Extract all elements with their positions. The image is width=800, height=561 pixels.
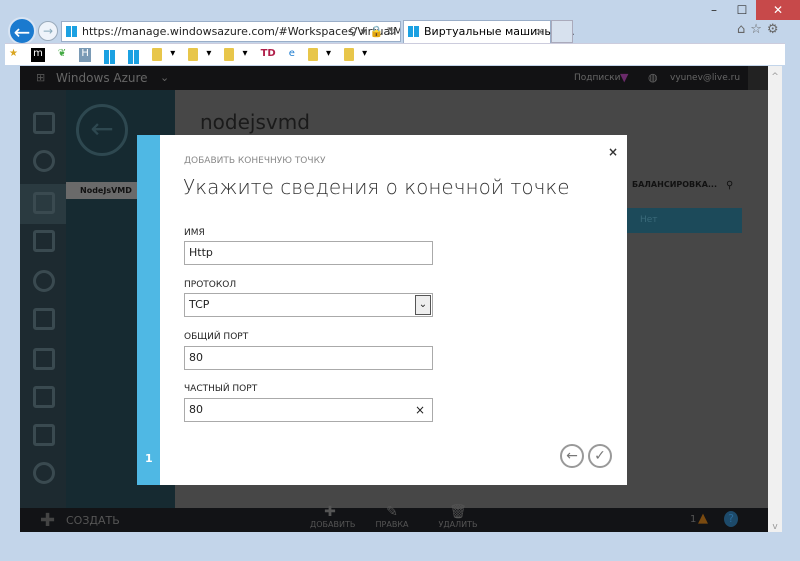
folder-icon[interactable] xyxy=(308,48,319,61)
dialog-subtitle: ДОБАВИТЬ КОНЕЧНУЮ ТОЧКУ xyxy=(184,156,326,166)
plus-icon: ✚ xyxy=(324,504,336,520)
scrollbar[interactable]: ^ v xyxy=(768,66,782,532)
websites-icon[interactable] xyxy=(33,150,55,172)
trash-icon: 🗑 xyxy=(449,504,467,520)
create-button[interactable]: СОЗДАТЬ xyxy=(66,514,120,527)
address-bar[interactable]: https://manage.windowsazure.com/#Workspa… xyxy=(61,21,401,42)
portal-topbar: ⊞ Windows Azure ⌄ Подписки ▼ ◍ vyunev@li… xyxy=(20,66,768,90)
maximize-button[interactable]: ☐ xyxy=(728,0,756,20)
search-refresh-icon[interactable]: ⚲ ▾ 🔒 ↻ xyxy=(349,22,396,41)
media-services-icon[interactable] xyxy=(33,462,55,484)
public-port-input[interactable]: 80 xyxy=(184,346,433,370)
edit-button[interactable]: ✎ ПРАВКА xyxy=(372,504,412,529)
favorite-leaf-icon[interactable]: ❦ xyxy=(58,48,66,62)
pencil-icon: ✎ xyxy=(386,504,398,520)
close-dialog-button[interactable]: × xyxy=(608,145,618,159)
new-tab-button[interactable] xyxy=(551,20,573,43)
private-port-input[interactable]: 80 × xyxy=(184,398,433,422)
tab-close-icon[interactable]: × xyxy=(535,21,544,43)
user-name[interactable]: vyunev@live.ru xyxy=(670,66,740,90)
complete-button[interactable]: ✓ xyxy=(588,444,612,468)
favorite-windows-icon[interactable] xyxy=(104,50,116,64)
folder-icon[interactable] xyxy=(224,48,235,61)
favorite-windows-icon[interactable] xyxy=(128,50,140,64)
previous-button[interactable]: ← xyxy=(560,444,584,468)
globe-icon[interactable]: ◍ xyxy=(648,66,658,90)
chevron-down-icon[interactable]: ⌄ xyxy=(160,66,169,90)
add-button[interactable]: ✚ ДОБАВИТЬ xyxy=(310,504,355,529)
protocol-select[interactable]: TCP ⌄ xyxy=(184,293,433,317)
tab-icon xyxy=(408,26,419,37)
sql-databases-icon[interactable] xyxy=(33,308,55,330)
cloud-services-icon[interactable] xyxy=(33,270,55,292)
media-icon[interactable] xyxy=(33,424,55,446)
add-favorite-icon[interactable]: ★ xyxy=(9,48,18,62)
name-label: ИМЯ xyxy=(184,228,205,238)
forward-button[interactable]: → xyxy=(38,21,58,41)
windows-logo-icon: ⊞ xyxy=(36,71,46,84)
browser-tab[interactable]: Виртуальные машины - ... × xyxy=(403,20,575,43)
subscriptions-link[interactable]: Подписки xyxy=(574,66,620,90)
alert-count[interactable]: 1 xyxy=(690,514,696,525)
public-port-label: ОБЩИЙ ПОРТ xyxy=(184,332,249,342)
folder-icon[interactable] xyxy=(152,48,163,61)
dialog-title: Укажите сведения о конечной точке xyxy=(183,175,570,199)
all-items-icon[interactable] xyxy=(33,112,55,134)
favorite-td[interactable]: TD xyxy=(261,48,276,62)
home-favorites-settings-icons[interactable]: ⌂☆⚙ xyxy=(737,22,784,37)
plus-icon: ✚ xyxy=(40,510,56,531)
storage-icon[interactable] xyxy=(33,348,55,370)
folder-icon[interactable] xyxy=(344,48,355,61)
column-header[interactable]: БАЛАНСИРОВКА... xyxy=(632,180,717,189)
help-button[interactable]: ? xyxy=(724,511,738,527)
chevron-down-icon[interactable]: ⌄ xyxy=(415,295,431,315)
back-button[interactable]: ← xyxy=(8,17,36,45)
protocol-label: ПРОТОКОЛ xyxy=(184,280,237,290)
brand: Windows Azure xyxy=(56,71,148,85)
mobile-services-icon[interactable] xyxy=(33,230,55,252)
search-icon[interactable]: ⚲ xyxy=(726,180,733,191)
protocol-value: TCP xyxy=(189,298,210,311)
virtual-machines-icon[interactable] xyxy=(33,192,55,214)
wizard-step-strip: 1 xyxy=(137,135,160,485)
name-input[interactable]: Http xyxy=(184,241,433,265)
private-port-value: 80 xyxy=(189,403,203,416)
folder-icon[interactable] xyxy=(188,48,199,61)
site-icon xyxy=(66,26,77,37)
favorite-ie-icon[interactable]: e xyxy=(289,48,295,62)
command-bar: ✚ СОЗДАТЬ ✚ ДОБАВИТЬ ✎ ПРАВКА 🗑 УДАЛИТЬ 1 ▲… xyxy=(20,504,768,532)
filter-icon[interactable]: ▼ xyxy=(620,66,628,90)
favorites-bar: ★ m ❦ H ▾ ▾ ▾ TD e ▾ ▾ xyxy=(5,43,785,65)
private-port-label: ЧАСТНЫЙ ПОРТ xyxy=(184,384,258,394)
clear-icon[interactable]: × xyxy=(415,399,425,421)
left-nav xyxy=(20,90,66,508)
close-window-button[interactable]: ✕ xyxy=(756,0,800,20)
table-row[interactable]: Нет xyxy=(610,208,742,233)
favorite-m[interactable]: m xyxy=(31,48,45,62)
vm-title: nodejsvmd xyxy=(200,110,310,134)
back-arrow-icon[interactable]: ← xyxy=(76,104,128,156)
step-number: 1 xyxy=(145,452,153,465)
avatar[interactable] xyxy=(748,66,768,90)
hdinsight-icon[interactable] xyxy=(33,386,55,408)
delete-button[interactable]: 🗑 УДАЛИТЬ xyxy=(438,504,478,529)
minimize-button[interactable]: – xyxy=(700,0,728,20)
favorite-h[interactable]: H xyxy=(79,48,91,62)
add-endpoint-dialog: 1 × ДОБАВИТЬ КОНЕЧНУЮ ТОЧКУ Укажите свед… xyxy=(137,135,627,485)
warning-icon[interactable]: ▲ xyxy=(698,511,708,526)
